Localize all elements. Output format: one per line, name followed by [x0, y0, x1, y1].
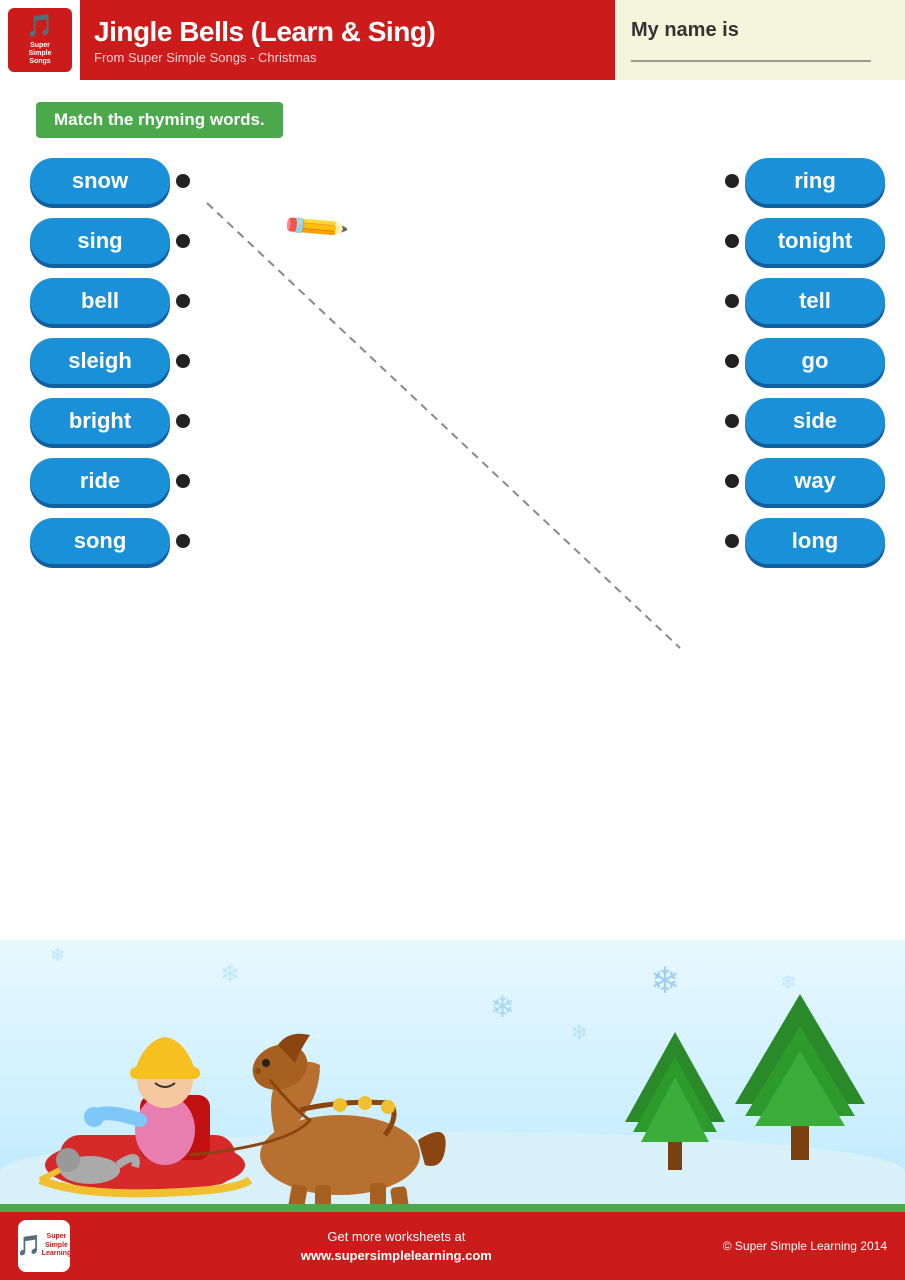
left-words-column: snow sing bell sleigh bright ride: [30, 158, 196, 564]
pill-long[interactable]: long: [745, 518, 885, 564]
pill-side[interactable]: side: [745, 398, 885, 444]
word-item-way[interactable]: way: [719, 458, 885, 504]
footer-green-bar: [0, 1204, 905, 1212]
girl-hat-brim: [130, 1067, 200, 1079]
word-item-ride[interactable]: ride: [30, 458, 196, 504]
pill-ride[interactable]: ride: [30, 458, 170, 504]
pill-tonight[interactable]: tonight: [745, 218, 885, 264]
pill-snow[interactable]: snow: [30, 158, 170, 204]
word-item-snow[interactable]: snow: [30, 158, 196, 204]
word-item-sing[interactable]: sing: [30, 218, 196, 264]
tree-1-layer1: [641, 1077, 709, 1142]
word-item-side[interactable]: side: [719, 398, 885, 444]
tree-2-layer1: [755, 1051, 845, 1126]
horse-nostril: [255, 1068, 261, 1074]
bell-1: [333, 1098, 347, 1112]
pill-sing[interactable]: sing: [30, 218, 170, 264]
dot-ring: [725, 174, 739, 188]
dot-tonight: [725, 234, 739, 248]
word-item-tell[interactable]: tell: [719, 278, 885, 324]
footer-copyright: © Super Simple Learning 2014: [723, 1239, 887, 1253]
instruction-bar: Match the rhyming words.: [36, 102, 283, 138]
tree-group: [625, 994, 865, 1170]
dot-sleigh: [176, 354, 190, 368]
bell-2: [358, 1096, 372, 1110]
logo-text: SuperSimpleSongs: [29, 42, 52, 67]
pill-song[interactable]: song: [30, 518, 170, 564]
snowflake-3: ❄: [570, 1020, 588, 1046]
dot-snow: [176, 174, 190, 188]
footer-website-line1: Get more worksheets at: [301, 1227, 492, 1247]
sleigh-animal-head: [56, 1148, 80, 1172]
tree-2: [735, 994, 865, 1160]
tree-1: [625, 1032, 725, 1170]
pill-bell[interactable]: bell: [30, 278, 170, 324]
logo-box: 🎵 SuperSimpleSongs: [6, 6, 74, 74]
word-item-go[interactable]: go: [719, 338, 885, 384]
pill-bright[interactable]: bright: [30, 398, 170, 444]
dot-long: [725, 534, 739, 548]
dot-bell: [176, 294, 190, 308]
pill-go[interactable]: go: [745, 338, 885, 384]
page: 🎵 SuperSimpleSongs Jingle Bells (Learn &…: [0, 0, 905, 1280]
girl-hat: [135, 1037, 195, 1070]
horse-eye: [262, 1059, 270, 1067]
right-words-column: ring tonight tell go side way: [719, 158, 885, 564]
word-item-tonight[interactable]: tonight: [719, 218, 885, 264]
word-item-sleigh[interactable]: sleigh: [30, 338, 196, 384]
word-item-bell[interactable]: bell: [30, 278, 196, 324]
instruction-text: Match the rhyming words.: [54, 110, 265, 129]
horse-tail: [418, 1132, 446, 1166]
word-item-bright[interactable]: bright: [30, 398, 196, 444]
page-title: Jingle Bells (Learn & Sing): [94, 16, 615, 48]
pill-way[interactable]: way: [745, 458, 885, 504]
pill-ring[interactable]: ring: [745, 158, 885, 204]
pill-tell[interactable]: tell: [745, 278, 885, 324]
dot-song: [176, 534, 190, 548]
bell-3: [381, 1100, 395, 1114]
footer-logo-text: SuperSimpleLearning: [42, 1233, 72, 1258]
girl-mitten: [84, 1107, 104, 1127]
pencil-icon: ✏️: [280, 192, 352, 263]
dot-sing: [176, 234, 190, 248]
header-logo-area: 🎵 SuperSimpleSongs: [0, 0, 80, 80]
name-line: [631, 60, 871, 62]
name-box: My name is: [615, 0, 905, 80]
word-item-song[interactable]: song: [30, 518, 196, 564]
snowflake-5: ❄: [780, 970, 797, 995]
tree-1-trunk: [668, 1142, 682, 1170]
girl-arm-left: [98, 1113, 140, 1120]
sleigh-scene-svg: [10, 955, 510, 1215]
main-content: ✏️ snow sing bell sleigh bright: [0, 148, 905, 908]
dot-tell: [725, 294, 739, 308]
footer-logo-box: 🎵 SuperSimpleLearning: [18, 1220, 70, 1272]
header-title-area: Jingle Bells (Learn & Sing) From Super S…: [80, 0, 615, 80]
footer-logo: 🎵 SuperSimpleLearning: [18, 1220, 70, 1272]
word-item-long[interactable]: long: [719, 518, 885, 564]
pill-sleigh[interactable]: sleigh: [30, 338, 170, 384]
dot-bright: [176, 414, 190, 428]
dot-go: [725, 354, 739, 368]
footer-center: Get more worksheets at www.supersimplele…: [301, 1227, 492, 1266]
instruction-bar-wrapper: Match the rhyming words.: [18, 92, 887, 148]
footer: 🎵 SuperSimpleLearning Get more worksheet…: [0, 1212, 905, 1280]
logo-icon: 🎵: [26, 13, 53, 39]
dot-ride: [176, 474, 190, 488]
page-subtitle: From Super Simple Songs - Christmas: [94, 50, 615, 65]
word-item-ring[interactable]: ring: [719, 158, 885, 204]
name-label: My name is: [631, 19, 739, 42]
footer-logo-icon: 🎵: [17, 1234, 42, 1258]
footer-website-line2: www.supersimplelearning.com: [301, 1246, 492, 1266]
tree-2-trunk: [791, 1126, 809, 1160]
dot-side: [725, 414, 739, 428]
snow-to-go-line: [207, 203, 680, 648]
dot-way: [725, 474, 739, 488]
header: 🎵 SuperSimpleSongs Jingle Bells (Learn &…: [0, 0, 905, 80]
